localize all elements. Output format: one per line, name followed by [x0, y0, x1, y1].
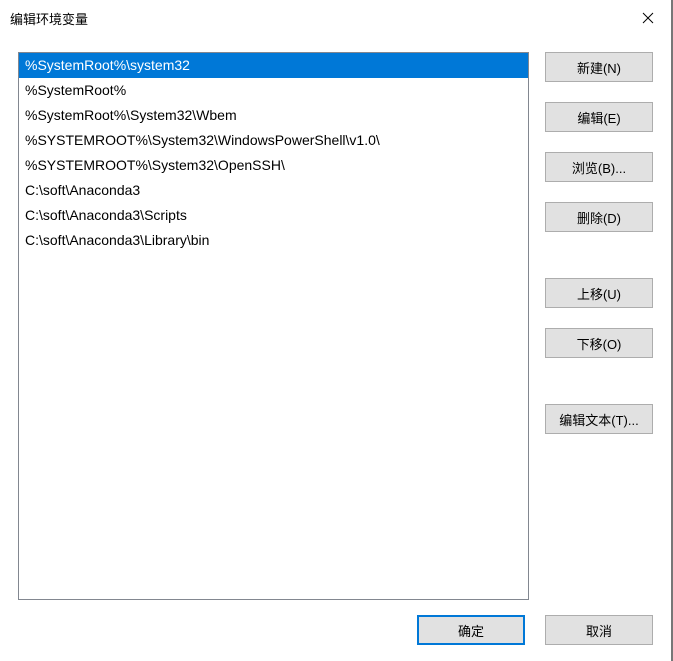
list-item[interactable]: %SystemRoot%\System32\Wbem [19, 103, 528, 128]
new-button[interactable]: 新建(N) [545, 52, 653, 82]
browse-button[interactable]: 浏览(B)... [545, 152, 653, 182]
list-item[interactable]: C:\soft\Anaconda3\Library\bin [19, 228, 528, 253]
delete-button[interactable]: 删除(D) [545, 202, 653, 232]
cancel-button[interactable]: 取消 [545, 615, 653, 645]
dialog-footer: 确定 取消 [417, 615, 653, 645]
list-item[interactable]: %SYSTEMROOT%\System32\OpenSSH\ [19, 153, 528, 178]
movedown-button[interactable]: 下移(O) [545, 328, 653, 358]
close-button[interactable] [625, 0, 671, 36]
close-icon [642, 12, 654, 24]
list-item[interactable]: C:\soft\Anaconda3 [19, 178, 528, 203]
list-item[interactable]: %SYSTEMROOT%\System32\WindowsPowerShell\… [19, 128, 528, 153]
main-row: %SystemRoot%\system32%SystemRoot%%System… [18, 52, 653, 600]
list-item[interactable]: C:\soft\Anaconda3\Scripts [19, 203, 528, 228]
list-item[interactable]: %SystemRoot%\system32 [19, 53, 528, 78]
edittext-button[interactable]: 编辑文本(T)... [545, 404, 653, 434]
path-listbox[interactable]: %SystemRoot%\system32%SystemRoot%%System… [18, 52, 529, 600]
dialog-content: %SystemRoot%\system32%SystemRoot%%System… [0, 36, 671, 661]
list-item[interactable]: %SystemRoot% [19, 78, 528, 103]
ok-button[interactable]: 确定 [417, 615, 525, 645]
window-title: 编辑环境变量 [10, 9, 88, 28]
titlebar: 编辑环境变量 [0, 0, 671, 36]
edit-env-var-dialog: 编辑环境变量 %SystemRoot%\system32%SystemRoot%… [0, 0, 673, 661]
moveup-button[interactable]: 上移(U) [545, 278, 653, 308]
side-buttons: 新建(N) 编辑(E) 浏览(B)... 删除(D) 上移(U) 下移(O) 编… [545, 52, 653, 600]
edit-button[interactable]: 编辑(E) [545, 102, 653, 132]
